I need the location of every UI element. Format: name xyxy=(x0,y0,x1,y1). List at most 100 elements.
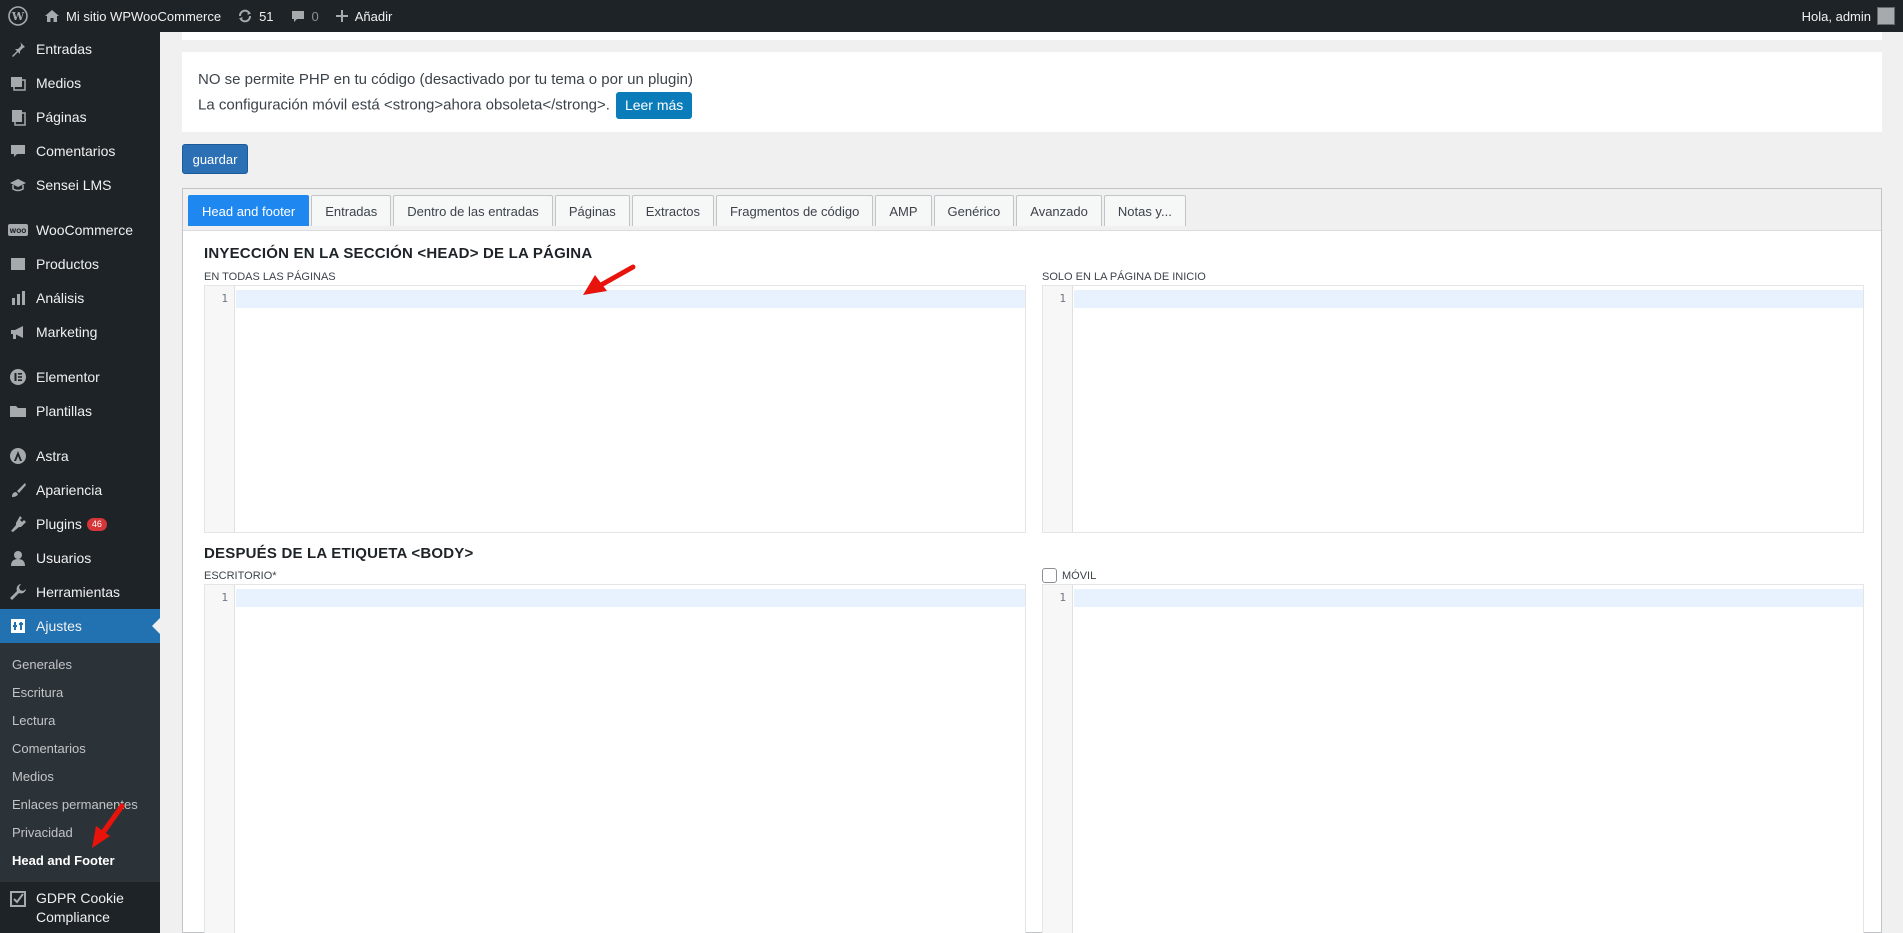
add-new-link[interactable]: Añadir xyxy=(327,0,401,32)
notice-line-1: NO se permite PHP en tu código (desactiv… xyxy=(198,71,693,88)
mobile-checkbox[interactable] xyxy=(1042,568,1057,583)
head-homepage-editor[interactable]: 1 xyxy=(1042,285,1864,533)
line-number: 1 xyxy=(205,585,235,933)
sidebar-item-apariencia[interactable]: Apariencia xyxy=(0,473,160,507)
site-name-link[interactable]: Mi sitio WPWooCommerce xyxy=(36,0,229,32)
submenu-escritura[interactable]: Escritura xyxy=(0,678,160,706)
body-section-title: DESPUÉS DE LA ETIQUETA <BODY> xyxy=(204,545,474,562)
submenu-comentarios[interactable]: Comentarios xyxy=(0,734,160,762)
sidebar-item-label: Productos xyxy=(36,256,100,272)
gdpr-label-line2: Compliance xyxy=(36,909,110,925)
tab-extractos[interactable]: Extractos xyxy=(631,195,714,226)
greeting: Hola, admin xyxy=(1801,8,1871,24)
mobile-label: MÓVIL xyxy=(1062,569,1097,582)
sidebar-item-sensei[interactable]: Sensei LMS xyxy=(0,168,160,202)
sidebar-item-ajustes[interactable]: Ajustes xyxy=(0,609,160,643)
sidebar-item-herramientas[interactable]: Herramientas xyxy=(0,575,160,609)
sidebar-item-analisis[interactable]: Análisis xyxy=(0,281,160,315)
sidebar-item-label: Plugins xyxy=(36,516,82,532)
megaphone-icon xyxy=(8,322,28,342)
sidebar-item-entradas[interactable]: Entradas xyxy=(0,32,160,66)
sidebar-item-label: Herramientas xyxy=(36,584,121,600)
sidebar-item-paginas[interactable]: Páginas xyxy=(0,100,160,134)
tab-paginas[interactable]: Páginas xyxy=(554,195,630,226)
updates-icon xyxy=(239,9,252,23)
astra-icon xyxy=(8,446,28,466)
comments-link[interactable]: 0 xyxy=(282,0,327,32)
tab-bar: Head and footer Entradas Dentro de las e… xyxy=(183,189,1881,231)
sidebar-item-gdpr[interactable]: GDPR Cookie Compliance xyxy=(0,882,160,926)
sidebar-item-label: Ajustes xyxy=(36,618,82,634)
products-icon xyxy=(8,254,28,274)
pages-icon xyxy=(8,107,28,127)
read-more-button[interactable]: Leer más xyxy=(615,92,693,119)
sidebar-item-label: Sensei LMS xyxy=(36,177,112,193)
comments-icon xyxy=(8,141,28,161)
sidebar-item-medios[interactable]: Medios xyxy=(0,66,160,100)
site-name: Mi sitio WPWooCommerce xyxy=(66,8,222,24)
sidebar-item-label: Comentarios xyxy=(36,143,116,159)
submenu-privacidad[interactable]: Privacidad xyxy=(0,818,160,846)
tab-notas[interactable]: Notas y... xyxy=(1103,195,1186,226)
avatar xyxy=(1877,7,1895,25)
mobile-toggle[interactable]: MÓVIL xyxy=(1042,568,1096,583)
sidebar-item-label: Usuarios xyxy=(36,550,92,566)
body-mobile-editor[interactable]: 1 xyxy=(1042,584,1864,933)
sidebar-item-comentarios[interactable]: Comentarios xyxy=(0,134,160,168)
sidebar-item-label: Páginas xyxy=(36,109,87,125)
elementor-icon xyxy=(8,367,28,387)
tab-amp[interactable]: AMP xyxy=(875,195,932,226)
tab-fragmentos-de-codigo[interactable]: Fragmentos de código xyxy=(715,195,874,226)
updates-link[interactable]: 51 xyxy=(229,0,281,32)
tab-avanzado[interactable]: Avanzado xyxy=(1016,195,1102,226)
save-button[interactable]: guardar xyxy=(182,144,248,174)
sidebar-item-label: Plantillas xyxy=(36,403,93,419)
submenu-enlaces-permanentes[interactable]: Enlaces permanentes xyxy=(0,790,160,818)
annotation-arrow-editor xyxy=(583,264,636,295)
sidebar-item-plantillas[interactable]: Plantillas xyxy=(0,394,160,428)
sidebar-item-astra[interactable]: Astra xyxy=(0,439,160,473)
sidebar-item-plugins[interactable]: Plugins 46 xyxy=(0,507,160,541)
sidebar-item-label: Medios xyxy=(36,75,82,91)
submenu-lectura[interactable]: Lectura xyxy=(0,706,160,734)
tab-entradas[interactable]: Entradas xyxy=(311,195,392,226)
line-number: 1 xyxy=(1043,585,1073,933)
head-all-pages-editor[interactable]: 1 xyxy=(204,285,1026,533)
sidebar-item-marketing[interactable]: Marketing xyxy=(0,315,160,349)
head-section-title: INYECCIÓN EN LA SECCIÓN <HEAD> DE LA PÁG… xyxy=(204,245,593,262)
pin-icon xyxy=(8,39,28,59)
tab-head-and-footer[interactable]: Head and footer xyxy=(188,195,310,226)
all-pages-label: EN TODAS LAS PÁGINAS xyxy=(204,271,336,283)
main-content: NO se permite PHP en tu código (desactiv… xyxy=(160,32,1903,933)
sidebar-item-label: Apariencia xyxy=(36,482,103,498)
media-icon xyxy=(8,73,28,93)
settings-panel: Head and footer Entradas Dentro de las e… xyxy=(182,188,1882,933)
sidebar-item-label: Análisis xyxy=(36,290,85,306)
submenu-medios[interactable]: Medios xyxy=(0,762,160,790)
tab-generico[interactable]: Genérico xyxy=(933,195,1015,226)
sidebar-item-usuarios[interactable]: Usuarios xyxy=(0,541,160,575)
notice-line-2-text: La configuración móvil está <strong>ahor… xyxy=(198,96,610,114)
home-icon xyxy=(45,10,59,22)
admin-sidebar: Entradas Medios Páginas Comentarios Sens… xyxy=(0,32,160,933)
plus-icon xyxy=(335,10,348,22)
plugins-update-badge: 46 xyxy=(86,517,107,531)
sidebar-item-woocommerce[interactable]: WOO WooCommerce xyxy=(0,213,160,247)
wordpress-logo[interactable]: W xyxy=(0,0,36,32)
brush-icon xyxy=(8,480,28,500)
body-desktop-editor[interactable]: 1 xyxy=(204,584,1026,933)
wrench-icon xyxy=(8,582,28,602)
sidebar-item-elementor[interactable]: Elementor xyxy=(0,360,160,394)
submenu-head-and-footer[interactable]: Head and Footer xyxy=(0,846,160,874)
tab-dentro-de-las-entradas[interactable]: Dentro de las entradas xyxy=(393,195,553,226)
svg-text:W: W xyxy=(11,10,25,23)
updates-count: 51 xyxy=(259,8,274,24)
sidebar-item-productos[interactable]: Productos xyxy=(0,247,160,281)
submenu-generales[interactable]: Generales xyxy=(0,650,160,678)
sensei-icon xyxy=(8,175,28,195)
sidebar-item-label: Astra xyxy=(36,448,69,464)
sidebar-item-label: Marketing xyxy=(36,324,98,340)
account-menu[interactable]: Hola, admin xyxy=(1794,0,1903,32)
gdpr-label-line1: GDPR Cookie xyxy=(36,890,124,906)
checkbox-icon xyxy=(8,889,28,909)
